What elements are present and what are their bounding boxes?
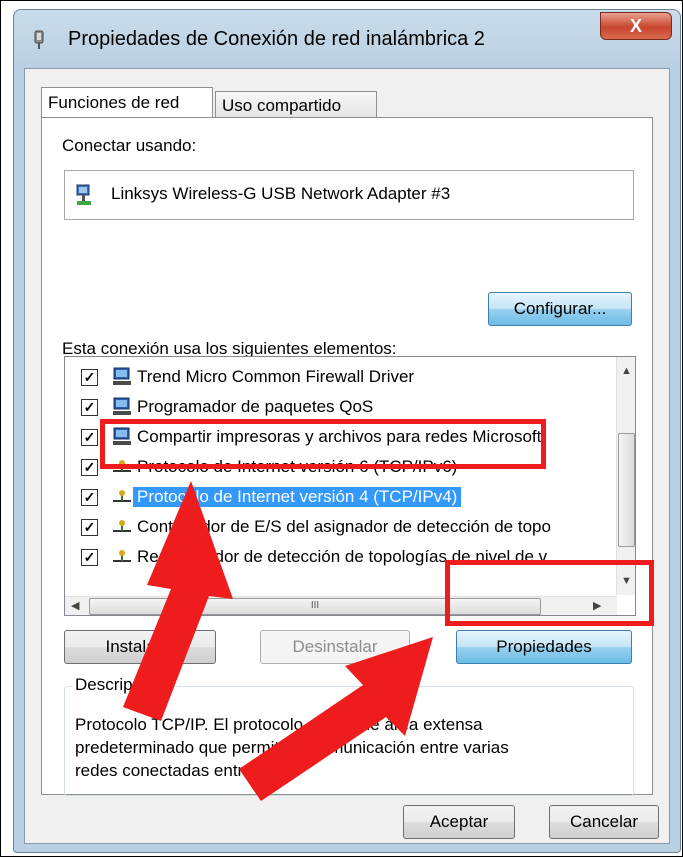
list-item[interactable]: ✓ Controlador de E/S del asignador de de… — [65, 513, 593, 543]
list-item-selected[interactable]: ✓ Protocolo de Internet versión 4 (TCP/I… — [65, 483, 593, 513]
network-connection-icon — [34, 30, 44, 49]
protocol-icon — [113, 520, 131, 532]
checkbox[interactable]: ✓ — [81, 459, 98, 476]
checkbox[interactable]: ✓ — [81, 399, 98, 416]
checkbox[interactable]: ✓ — [81, 429, 98, 446]
window-title: Propiedades de Conexión de red inalámbri… — [68, 28, 485, 50]
network-client-icon — [113, 367, 131, 385]
highlight-box-ipv4 — [100, 419, 546, 469]
tab-uso-compartido[interactable]: Uso compartido — [215, 91, 377, 118]
title-bar[interactable]: Propiedades de Conexión de red inalámbri… — [14, 10, 680, 68]
protocol-icon — [113, 490, 131, 502]
description-legend: Descripción — [73, 675, 166, 695]
checkbox[interactable]: ✓ — [81, 489, 98, 506]
description-group: Descripción Protocolo TCP/IP. El protoco… — [64, 675, 634, 796]
screenshot-frame: Propiedades de Conexión de red inalámbri… — [0, 0, 683, 857]
description-text: Protocolo TCP/IP. El protocolo de red de… — [75, 715, 509, 780]
cancel-button[interactable]: Cancelar — [549, 805, 659, 839]
list-item[interactable]: ✓ Trend Micro Common Firewall Driver — [65, 363, 593, 393]
properties-button[interactable]: Propiedades — [456, 630, 632, 664]
network-adapter-icon — [76, 184, 91, 205]
scroll-left-icon[interactable]: ◀ — [71, 599, 79, 612]
network-client-icon — [113, 397, 131, 415]
list-item-label: Controlador de E/S del asignador de dete… — [137, 517, 551, 536]
highlight-box-properties — [445, 560, 654, 626]
ok-button[interactable]: Aceptar — [403, 805, 515, 839]
configure-button[interactable]: Configurar... — [488, 292, 632, 326]
list-item-label: Programador de paquetes QoS — [137, 397, 374, 416]
list-item-label: Protocolo de Internet versión 4 (TCP/IPv… — [133, 487, 462, 507]
list-item-label: Trend Micro Common Firewall Driver — [137, 367, 415, 386]
adapter-name: Linksys Wireless-G USB Network Adapter #… — [111, 184, 451, 203]
uninstall-button: Desinstalar — [260, 630, 410, 664]
close-button[interactable]: X — [600, 12, 672, 40]
vertical-scroll-thumb[interactable] — [618, 433, 635, 547]
adapter-field: Linksys Wireless-G USB Network Adapter #… — [64, 170, 634, 220]
connect-using-label: Conectar usando: — [62, 136, 197, 155]
checkbox[interactable]: ✓ — [81, 519, 98, 536]
tab-funciones-de-red[interactable]: Funciones de red — [41, 87, 213, 117]
install-button[interactable]: Instalar... — [64, 630, 216, 664]
checkbox[interactable]: ✓ — [81, 549, 98, 566]
checkbox[interactable]: ✓ — [81, 369, 98, 386]
protocol-icon — [113, 550, 131, 562]
scroll-up-icon[interactable]: ▲ — [621, 365, 632, 377]
